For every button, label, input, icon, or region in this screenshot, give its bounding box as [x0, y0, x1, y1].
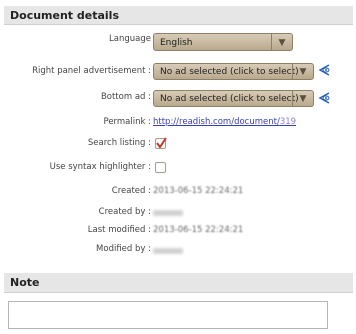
last-modified-label: Last modified : [87, 225, 151, 235]
created-by-value [153, 210, 183, 216]
last-modified-value: 2013-06-15 22:24:21 [153, 225, 244, 235]
created-label: Created : [111, 186, 151, 196]
syntax-highlighter-checkbox[interactable] [155, 162, 166, 173]
language-select[interactable]: English ▼ [153, 33, 293, 51]
eye-arrow-icon[interactable] [317, 63, 331, 77]
search-listing-label: Search listing : [87, 138, 151, 148]
language-label: Language [109, 34, 151, 44]
right-ad-label: Right panel advertisement : [32, 66, 151, 76]
chevron-down-icon: ▼ [292, 91, 313, 106]
syntax-highlighter-label: Use syntax highlighter : [49, 162, 151, 172]
permalink-url: http://readish.com/document/ [153, 117, 280, 127]
bottom-ad-select[interactable]: No ad selected (click to select) ▼ [153, 90, 314, 107]
permalink-id: 319 [279, 117, 297, 127]
chevron-down-icon: ▼ [271, 34, 292, 50]
search-listing-checkbox[interactable] [155, 137, 167, 149]
permalink-link[interactable]: http://readish.com/document/319 [153, 117, 296, 127]
chevron-down-icon: ▼ [292, 64, 313, 79]
created-value: 2013-06-15 22:24:21 [153, 186, 244, 196]
document-details-header: Document details [4, 6, 353, 25]
modified-by-label: Modified by : [96, 244, 151, 254]
right-ad-value: No ad selected (click to select) [160, 67, 299, 77]
permalink-label: Permalink : [103, 117, 152, 127]
bottom-ad-value: No ad selected (click to select) [160, 94, 299, 104]
eye-arrow-icon[interactable] [317, 91, 331, 105]
modified-by-value [153, 248, 183, 254]
language-value: English [160, 38, 193, 48]
bottom-ad-label: Bottom ad : [100, 92, 151, 102]
checkmark-icon [156, 137, 167, 149]
note-textarea[interactable] [8, 301, 328, 329]
note-header: Note [4, 273, 353, 293]
right-ad-select[interactable]: No ad selected (click to select) ▼ [153, 63, 314, 80]
created-by-label: Created by : [98, 207, 151, 217]
